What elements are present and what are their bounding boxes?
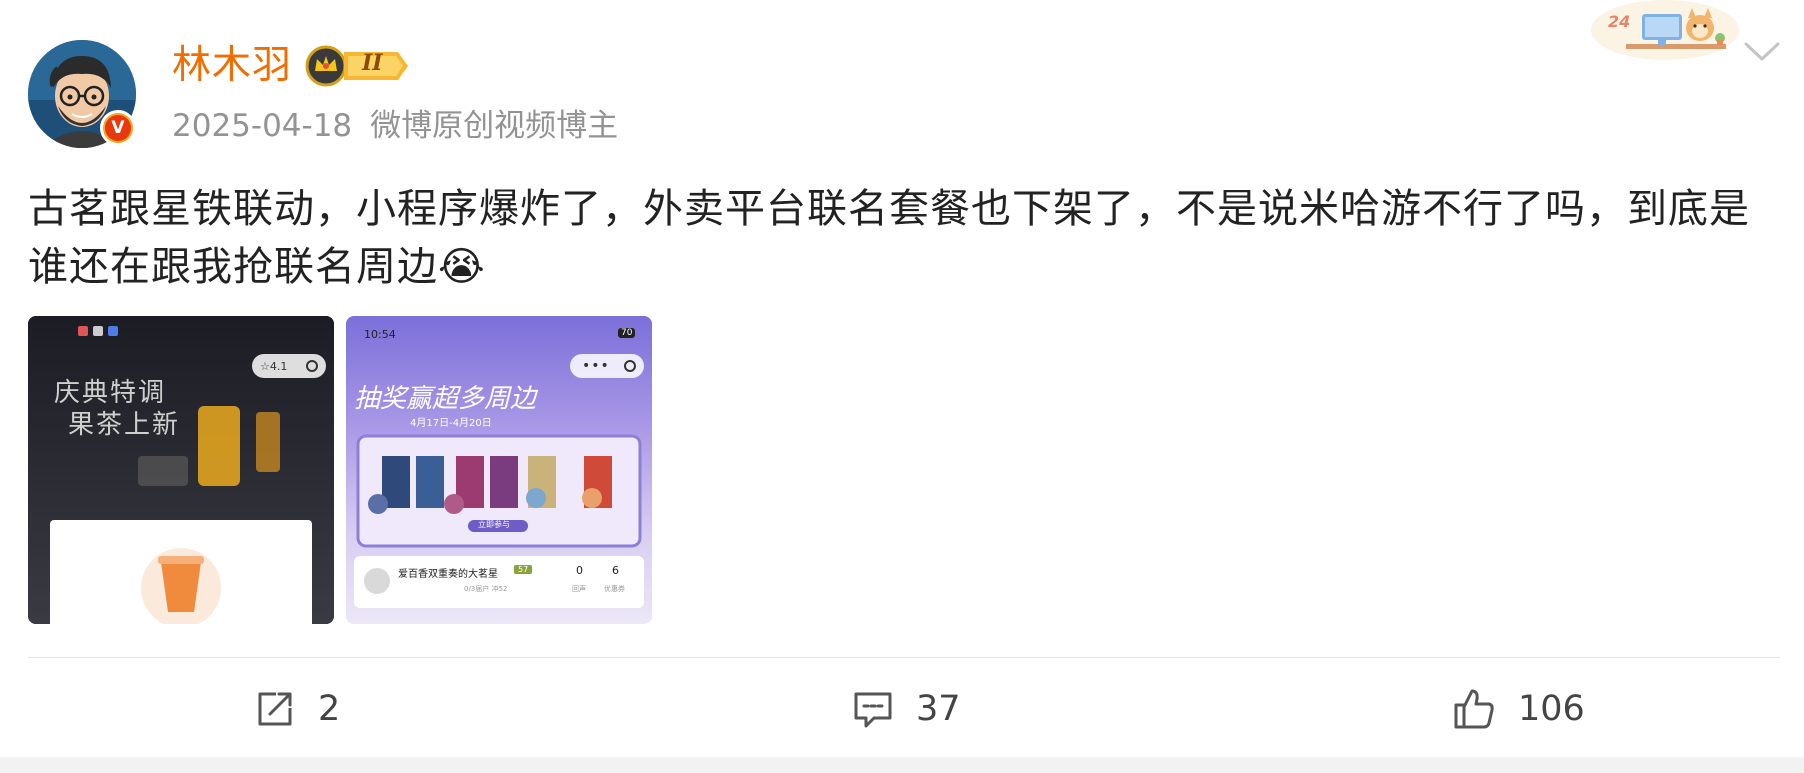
promo-line-2: 果茶上新 (68, 410, 181, 440)
stat-2-value: 6 (612, 564, 619, 577)
like-button[interactable]: 106 (1452, 685, 1585, 733)
stat-1-value: 0 (576, 564, 583, 577)
decor-badge-text: 24 (1608, 12, 1631, 31)
promo-headline: 抽奖赢超多周边 (354, 384, 537, 414)
rank-badge-level: II (362, 50, 383, 76)
mini-program-capsule[interactable]: ☆4.1 (252, 354, 326, 378)
author-avatar[interactable]: V (28, 40, 136, 148)
rank-badge[interactable]: II (304, 44, 412, 92)
capsule-rating: ☆4.1 (260, 359, 288, 373)
mini-program-capsule[interactable]: ••• (570, 354, 644, 378)
comment-count: 37 (916, 689, 961, 729)
panel-avatar (364, 568, 390, 594)
post-date[interactable]: 2025-04-18 (172, 108, 352, 144)
bottom-separator (0, 757, 1804, 773)
status-time: 10:54 (364, 328, 396, 341)
panel-user-name: 爱百香双重奏的大茗星 (398, 569, 498, 580)
decoration-graphic: 24 (1590, 0, 1740, 66)
verified-badge: V (100, 110, 136, 146)
repost-icon (254, 688, 296, 730)
author-name[interactable]: 林木羽 (172, 42, 292, 90)
comment-button[interactable]: 37 (852, 685, 961, 733)
stat-1-label: 回声 (572, 585, 586, 593)
comment-icon (852, 688, 894, 730)
more-icon[interactable]: ••• (582, 358, 610, 374)
like-count: 106 (1518, 689, 1585, 729)
panel-sub-text: 0/3届户 冲52 (464, 585, 508, 593)
post-image-1[interactable]: ☆4.1 庆典特调 果茶上新 (28, 316, 334, 624)
capsule-close-icon[interactable] (306, 360, 318, 372)
repost-button[interactable]: 2 (254, 685, 340, 733)
stat-2-label: 优惠券 (604, 585, 625, 593)
user-panel: 爱百香双重奏的大茗星 57 0/3届户 冲52 0 回声 6 优惠券 (354, 556, 644, 608)
panel-level-tag: 57 (514, 565, 533, 574)
thumbs-up-icon (1452, 687, 1496, 731)
post-menu-chevron-icon[interactable] (1742, 40, 1782, 68)
post-meta: 2025-04-18 微博原创视频博主 (172, 106, 618, 146)
status-battery: 70 (618, 328, 636, 338)
cta-button[interactable]: 立即参与 (478, 519, 510, 530)
post-content: 古茗跟星铁联动，小程序爆炸了，外卖平台联名套餐也下架了，不是说米哈游不行了吗，到… (28, 186, 1750, 290)
action-divider (28, 657, 1780, 658)
capsule-close-icon[interactable] (624, 360, 636, 372)
author-title: 微博原创视频博主 (370, 108, 619, 144)
repost-count: 2 (318, 689, 341, 729)
verified-badge-letter: V (105, 115, 131, 141)
post-image-2[interactable]: 10:54 70 ••• 抽奖赢超多周边 4月17日-4月20日 立即参与 爱百… (346, 316, 652, 624)
